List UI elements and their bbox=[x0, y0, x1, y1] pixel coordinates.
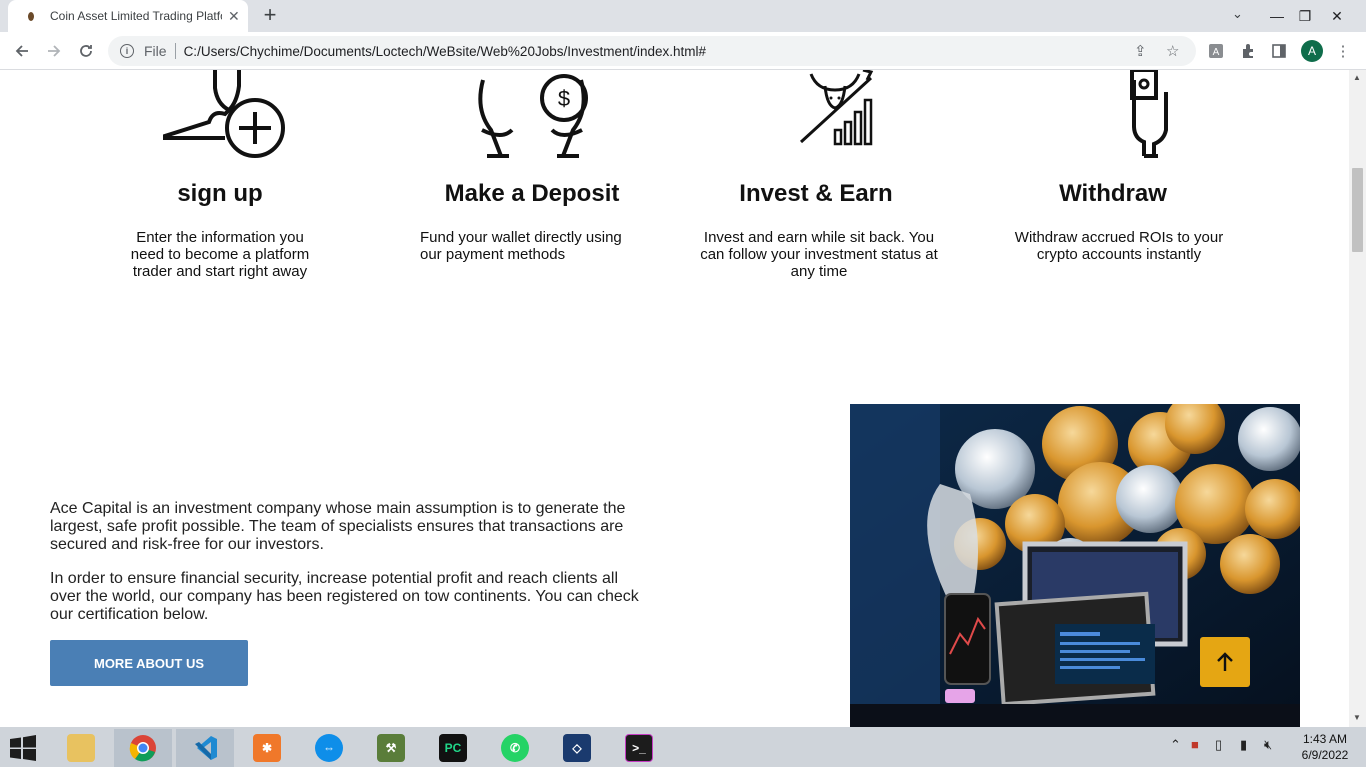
battery-icon[interactable]: ▯ bbox=[1215, 737, 1222, 753]
about-section: Ace Capital is an investment company who… bbox=[50, 500, 650, 640]
hands-coin-icon: $ bbox=[478, 74, 588, 158]
vscode-app[interactable] bbox=[176, 729, 234, 767]
reload-button[interactable] bbox=[74, 39, 98, 63]
step-withdraw: Withdraw Withdraw accrued ROIs to your c… bbox=[993, 70, 1233, 263]
pycharm-icon: PC bbox=[439, 734, 467, 762]
browser-toolbar: i File C:/Users/Chychime/Documents/Locte… bbox=[0, 32, 1366, 70]
browser-menu-icon[interactable]: ⋮ bbox=[1334, 42, 1352, 60]
teamviewer-app[interactable]: ⇔ bbox=[300, 729, 358, 767]
virtualbox-app[interactable]: ◇ bbox=[548, 729, 606, 767]
windows-start-icon[interactable] bbox=[8, 735, 38, 761]
side-panel-icon[interactable] bbox=[1270, 42, 1288, 60]
page-viewport: sign up Enter the information you need t… bbox=[0, 70, 1349, 727]
url-text[interactable]: C:/Users/Chychime/Documents/Loctech/WeBs… bbox=[184, 44, 706, 59]
scroll-up-arrow-icon[interactable]: ▲ bbox=[1353, 73, 1361, 82]
about-paragraph-2: In order to ensure financial security, i… bbox=[50, 570, 639, 623]
step-description: Withdraw accrued ROIs to your crypto acc… bbox=[1014, 229, 1224, 263]
arrow-right-icon bbox=[48, 45, 61, 57]
volume-muted-icon[interactable]: 🔇︎ bbox=[1264, 737, 1272, 753]
tray-overflow-chevron-icon[interactable]: ⌃ bbox=[1170, 737, 1181, 753]
step-description: Invest and earn while sit back. You can … bbox=[700, 229, 938, 280]
tray-app-icon[interactable]: ■ bbox=[1191, 737, 1199, 752]
folder-icon bbox=[67, 734, 95, 762]
close-window-button[interactable]: ✕ bbox=[1322, 0, 1352, 32]
bookmark-star-icon[interactable]: ☆ bbox=[1166, 42, 1179, 60]
step-title: Make a Deposit bbox=[444, 180, 620, 207]
step-make-deposit: $ Make a Deposit Fund your wallet direct… bbox=[412, 70, 652, 263]
clock-date: 6/9/2022 bbox=[1301, 748, 1349, 762]
clock-time: 1:43 AM bbox=[1302, 732, 1348, 746]
close-tab-icon[interactable]: ✕ bbox=[228, 8, 240, 25]
chrome-icon bbox=[129, 735, 156, 762]
new-tab-button[interactable]: + bbox=[258, 2, 282, 27]
step-invest-earn: Invest & Earn Invest and earn while sit … bbox=[696, 70, 938, 280]
hand-cash-icon bbox=[1130, 70, 1168, 158]
svg-text:A: A bbox=[1213, 47, 1220, 58]
arrow-left-icon bbox=[15, 45, 28, 57]
step-title: Withdraw bbox=[1059, 180, 1167, 207]
browser-tab[interactable]: Coin Asset Limited Trading Platfo ✕ bbox=[8, 0, 248, 32]
step-description: Enter the information you need to become… bbox=[130, 229, 310, 280]
app-tool-icon-button[interactable]: ⚒ bbox=[362, 729, 420, 767]
bull-chart-icon bbox=[799, 70, 874, 146]
address-bar[interactable]: i File C:/Users/Chychime/Documents/Locte… bbox=[108, 36, 1196, 66]
tab-strip: Coin Asset Limited Trading Platfo ✕ + ⌄ … bbox=[0, 0, 1366, 32]
about-paragraph-1: Ace Capital is an investment company who… bbox=[50, 500, 626, 553]
xampp-icon: ✱ bbox=[253, 734, 281, 762]
minimize-button[interactable]: — bbox=[1262, 0, 1292, 32]
scrollbar-thumb[interactable] bbox=[1352, 168, 1363, 252]
scheme-label: File bbox=[144, 43, 167, 59]
windows-taskbar: ✱ ⇔ ⚒ PC ✆ ◇ >_ ⌃ ■ ▯ ▮ 🔇︎ 1:43 AM 6/9/2… bbox=[0, 727, 1366, 767]
file-explorer-app[interactable] bbox=[52, 729, 110, 767]
chrome-app[interactable] bbox=[114, 729, 172, 767]
step-title: sign up bbox=[177, 180, 263, 207]
network-icon[interactable]: ▮ bbox=[1240, 737, 1247, 753]
profile-avatar[interactable]: A bbox=[1301, 40, 1323, 62]
system-clock[interactable]: 1:43 AM 6/9/2022 bbox=[1290, 731, 1360, 763]
arrow-up-icon bbox=[1217, 652, 1233, 671]
terminal-app[interactable]: >_ bbox=[610, 729, 668, 767]
scroll-down-arrow-icon[interactable]: ▼ bbox=[1353, 713, 1361, 722]
toolbox-icon: ⚒ bbox=[377, 734, 405, 762]
back-button[interactable] bbox=[10, 39, 34, 63]
restore-button[interactable]: ❐ bbox=[1290, 0, 1320, 32]
teamviewer-icon: ⇔ bbox=[315, 734, 343, 762]
whatsapp-icon: ✆ bbox=[501, 734, 529, 762]
info-icon[interactable]: i bbox=[120, 44, 134, 58]
terminal-icon: >_ bbox=[625, 734, 653, 762]
forward-button[interactable] bbox=[42, 39, 66, 63]
back-to-top-button[interactable] bbox=[1200, 637, 1250, 687]
omnibox-divider bbox=[174, 43, 176, 59]
reload-icon bbox=[80, 45, 92, 57]
site-favicon-icon bbox=[24, 9, 38, 23]
xampp-app[interactable]: ✱ bbox=[238, 729, 296, 767]
whatsapp-app[interactable]: ✆ bbox=[486, 729, 544, 767]
svg-text:$: $ bbox=[558, 86, 570, 111]
pycharm-app[interactable]: PC bbox=[424, 729, 482, 767]
step-title: Invest & Earn bbox=[739, 180, 893, 207]
extension-a-icon[interactable]: A bbox=[1207, 42, 1225, 60]
share-icon[interactable]: ⇪ bbox=[1134, 42, 1147, 60]
page-scrollbar[interactable]: ▲ ▼ bbox=[1349, 70, 1366, 727]
vscode-icon bbox=[195, 736, 217, 760]
tab-search-chevron-icon[interactable]: ⌄ bbox=[1232, 6, 1243, 22]
virtualbox-icon: ◇ bbox=[563, 734, 591, 762]
step-description: Fund your wallet directly using our paym… bbox=[420, 229, 622, 263]
user-add-icon bbox=[163, 70, 285, 158]
step-sign-up: sign up Enter the information you need t… bbox=[100, 70, 340, 280]
tab-title: Coin Asset Limited Trading Platfo bbox=[50, 9, 222, 23]
extensions-puzzle-icon[interactable] bbox=[1239, 42, 1257, 60]
more-about-us-button[interactable]: MORE ABOUT US bbox=[50, 640, 248, 686]
